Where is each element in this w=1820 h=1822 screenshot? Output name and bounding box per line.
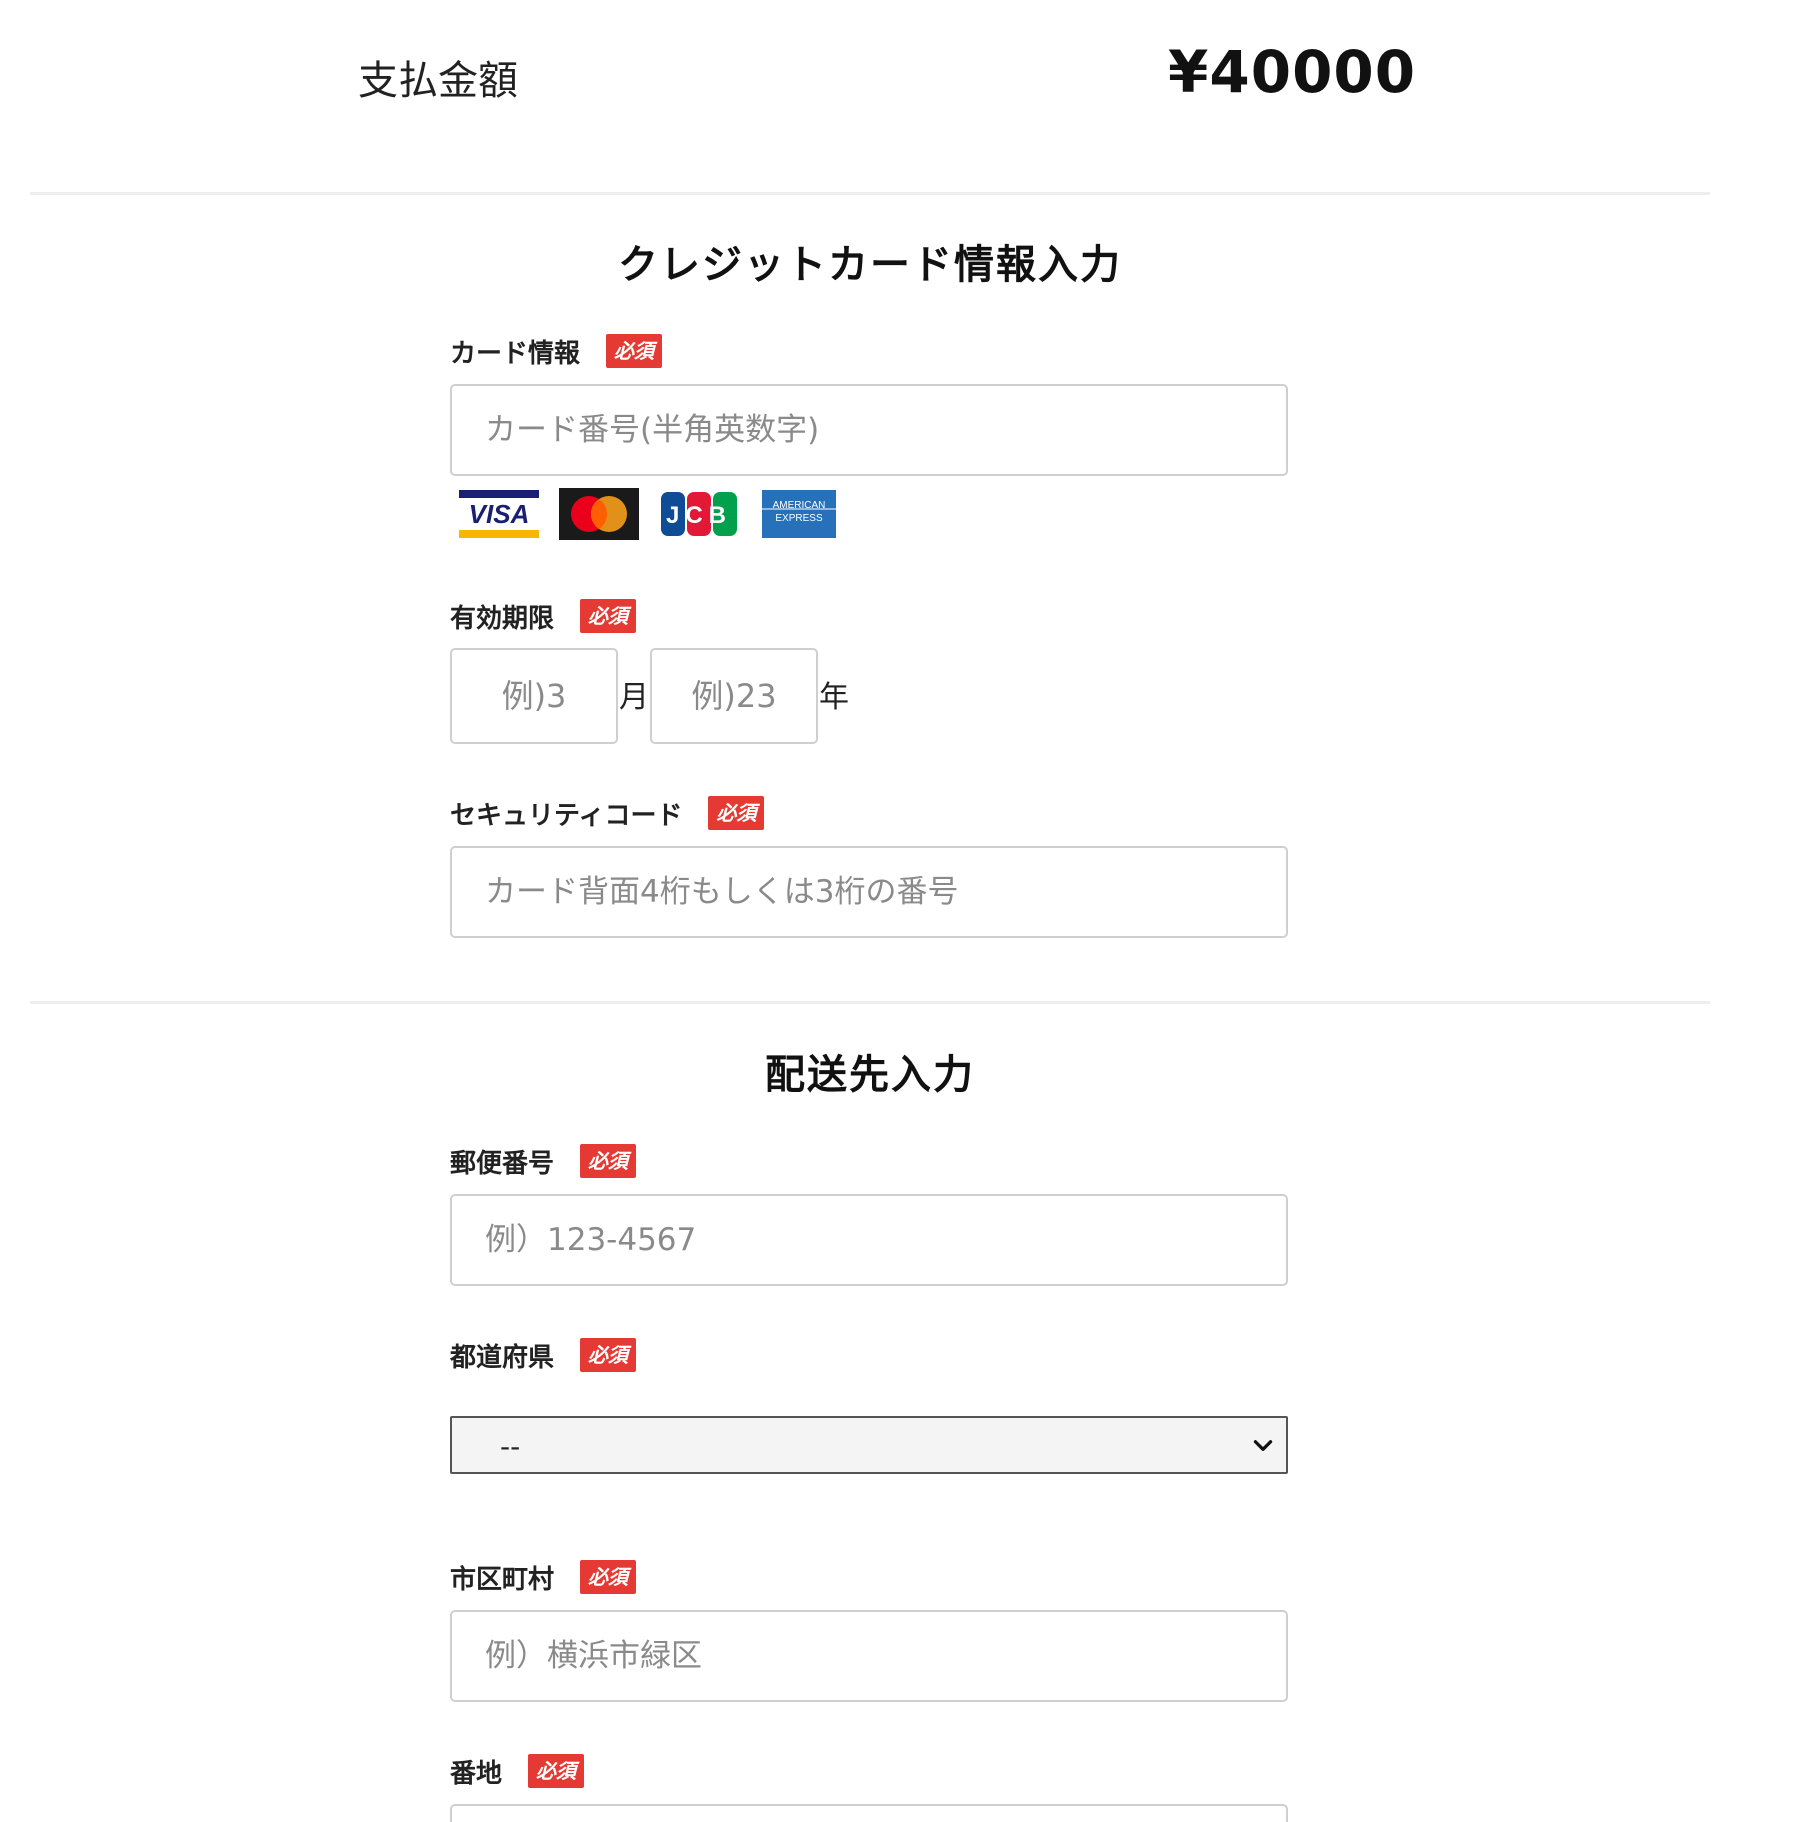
section-divider (30, 192, 1710, 195)
prefecture-select[interactable]: -- (450, 1416, 1288, 1474)
expiry-month-unit: 月 (619, 680, 649, 715)
security-code-label-row: セキュリティコード 必須 (450, 794, 765, 832)
expiry-month-input[interactable] (450, 648, 618, 744)
card-info-label: カード情報 (450, 338, 581, 369)
required-badge: 必須 (708, 796, 765, 830)
payment-amount-label: 支払金額 (358, 58, 518, 104)
required-badge: 必須 (580, 599, 637, 633)
prefecture-label: 都道府県 (450, 1342, 555, 1373)
expiry-year-unit: 年 (819, 680, 849, 715)
security-code-label: セキュリティコード (450, 800, 683, 831)
postal-code-label: 郵便番号 (450, 1148, 555, 1179)
postal-code-input[interactable] (450, 1194, 1288, 1286)
amex-logo-icon: AMERICAN EXPRESS (762, 490, 836, 538)
jcb-logo-icon: JCB (661, 492, 737, 536)
payment-amount-row: 支払金額 ¥40000 (0, 0, 1820, 150)
chevron-down-icon (1253, 1440, 1273, 1451)
prefecture-label-row: 都道府県 必須 (450, 1336, 637, 1374)
city-label: 市区町村 (450, 1564, 555, 1595)
required-badge: 必須 (580, 1338, 637, 1372)
postal-code-label-row: 郵便番号 必須 (450, 1142, 637, 1180)
payment-amount-value: ¥40000 (1168, 38, 1417, 106)
credit-card-section-title: クレジットカード情報入力 (618, 242, 1122, 288)
expiry-year-input[interactable] (650, 648, 818, 744)
address-label: 番地 (450, 1758, 503, 1789)
section-divider (30, 1001, 1710, 1004)
amex-logo-line2: EXPRESS (775, 513, 823, 524)
security-code-input[interactable] (450, 846, 1288, 938)
required-badge: 必須 (580, 1144, 637, 1178)
expiry-label-row: 有効期限 必須 (450, 597, 637, 635)
jcb-logo-text: JCB (666, 502, 732, 529)
prefecture-select-value: -- (500, 1430, 521, 1463)
shipping-section-title: 配送先入力 (765, 1052, 975, 1098)
address-input[interactable] (450, 1804, 1288, 1822)
required-badge: 必須 (580, 1560, 637, 1594)
city-input[interactable] (450, 1610, 1288, 1702)
visa-logo-text: VISA (469, 499, 530, 529)
city-label-row: 市区町村 必須 (450, 1558, 637, 1596)
address-label-row: 番地 必須 (450, 1752, 585, 1790)
card-number-input[interactable] (450, 384, 1288, 476)
visa-logo-icon: VISA (459, 488, 539, 540)
card-info-label-row: カード情報 必須 (450, 332, 663, 370)
required-badge: 必須 (528, 1754, 585, 1788)
card-brand-logos: VISA JCB AMERICAN EXPRESS (459, 488, 849, 540)
amex-logo-line1: AMERICAN (773, 500, 826, 511)
required-badge: 必須 (606, 334, 663, 368)
mastercard-logo-icon (559, 488, 639, 540)
expiry-label: 有効期限 (450, 603, 555, 634)
